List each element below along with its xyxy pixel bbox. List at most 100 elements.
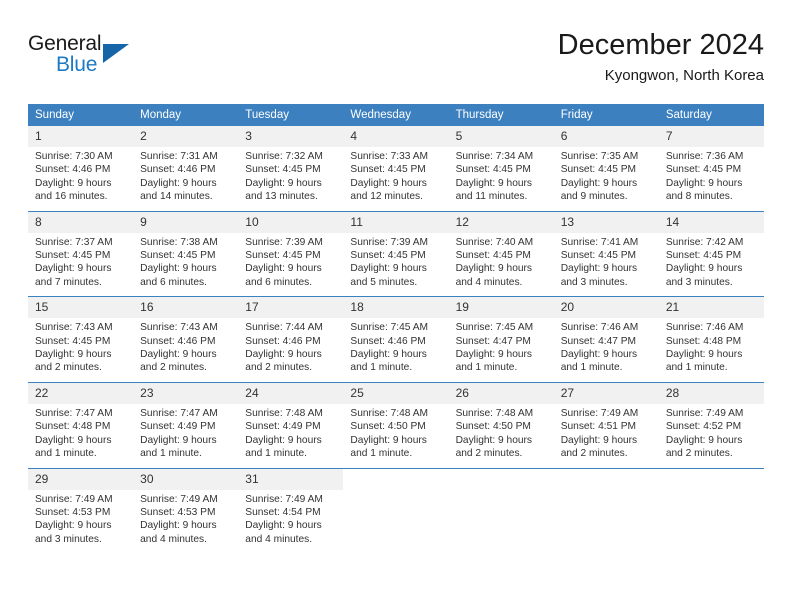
daylight-text-line2: and 1 minute. bbox=[455, 362, 518, 374]
day-details: Sunrise: 7:49 AM Sunset: 4:53 PM Daylight:… bbox=[133, 490, 238, 554]
weekday-header-tuesday: Tuesday bbox=[238, 104, 344, 126]
calendar-day-cell[interactable]: 28 Sunrise: 7:49 AM Sunset: 4:52 PM Dayligh… bbox=[658, 382, 764, 468]
sunrise-text: Sunrise: 7:33 AM bbox=[350, 151, 429, 162]
calendar-day-cell[interactable]: 12 Sunrise: 7:40 AM Sunset: 4:45 PM Dayligh… bbox=[448, 211, 554, 297]
day-number bbox=[553, 468, 659, 490]
daylight-text-line2: and 7 minutes. bbox=[35, 276, 102, 288]
daylight-text-line1: Daylight: 9 hours bbox=[140, 520, 217, 532]
weekday-header-saturday: Saturday bbox=[658, 104, 764, 126]
day-number: 16 bbox=[133, 297, 239, 319]
weekday-header-thursday: Thursday bbox=[448, 104, 554, 126]
day-details bbox=[343, 490, 448, 500]
sunset-text: Sunset: 4:45 PM bbox=[455, 164, 531, 176]
calendar-day-cell[interactable]: 14 Sunrise: 7:42 AM Sunset: 4:45 PM Dayligh… bbox=[658, 211, 764, 297]
daylight-text-line1: Daylight: 9 hours bbox=[350, 263, 427, 275]
daylight-text-line2: and 2 minutes. bbox=[35, 362, 102, 374]
calendar-day-cell[interactable]: 22 Sunrise: 7:47 AM Sunset: 4:48 PM Dayligh… bbox=[28, 382, 134, 468]
calendar-day-cell[interactable]: 6 Sunrise: 7:35 AM Sunset: 4:45 PM Daylight… bbox=[553, 126, 659, 211]
daylight-text-line2: and 1 minute. bbox=[35, 448, 97, 460]
sunrise-text: Sunrise: 7:35 AM bbox=[560, 151, 639, 162]
calendar-day-cell[interactable]: 5 Sunrise: 7:34 AM Sunset: 4:45 PM Daylight… bbox=[448, 126, 554, 211]
daylight-text-line1: Daylight: 9 hours bbox=[455, 349, 533, 361]
day-number: 12 bbox=[448, 211, 554, 233]
sunset-text: Sunset: 4:53 PM bbox=[35, 506, 111, 518]
daylight-text-line2: and 4 minutes. bbox=[245, 533, 313, 545]
brand-logo[interactable]: General Blue bbox=[28, 32, 208, 86]
day-number: 15 bbox=[28, 297, 134, 319]
day-details: Sunrise: 7:44 AM Sunset: 4:46 PM Daylight:… bbox=[238, 318, 343, 382]
calendar-day-cell[interactable]: 11 Sunrise: 7:39 AM Sunset: 4:45 PM Dayligh… bbox=[343, 211, 449, 297]
calendar-day-cell[interactable]: 3 Sunrise: 7:32 AM Sunset: 4:45 PM Daylight… bbox=[238, 126, 344, 211]
calendar-day-cell[interactable]: 13 Sunrise: 7:41 AM Sunset: 4:45 PM Dayligh… bbox=[553, 211, 659, 297]
daylight-text-line2: and 8 minutes. bbox=[665, 191, 733, 203]
calendar-day-cell[interactable]: 2 Sunrise: 7:31 AM Sunset: 4:46 PM Daylight… bbox=[133, 126, 239, 211]
daylight-text-line1: Daylight: 9 hours bbox=[665, 263, 743, 275]
sunset-text: Sunset: 4:45 PM bbox=[350, 250, 426, 262]
calendar-day-cell[interactable]: 17 Sunrise: 7:44 AM Sunset: 4:46 PM Dayligh… bbox=[238, 297, 344, 382]
calendar-day-cell[interactable]: 30 Sunrise: 7:49 AM Sunset: 4:53 PM Dayligh… bbox=[133, 468, 239, 554]
sunrise-text: Sunrise: 7:43 AM bbox=[140, 322, 218, 334]
day-details bbox=[449, 490, 554, 500]
calendar-day-cell[interactable]: 4 Sunrise: 7:33 AM Sunset: 4:45 PM Daylight… bbox=[343, 126, 449, 211]
daylight-text-line2: and 4 minutes. bbox=[455, 276, 523, 288]
sunrise-text: Sunrise: 7:34 AM bbox=[455, 151, 534, 162]
calendar-day-cell[interactable]: 10 Sunrise: 7:39 AM Sunset: 4:45 PM Dayligh… bbox=[238, 211, 344, 297]
sunrise-text: Sunrise: 7:49 AM bbox=[245, 493, 323, 505]
sunrise-text: Sunrise: 7:48 AM bbox=[245, 407, 323, 419]
calendar-page: General Blue December 2024 Kyongwon, Nor… bbox=[0, 0, 792, 612]
calendar-day-cell[interactable]: 1 Sunrise: 7:30 AM Sunset: 4:46 PM Daylight… bbox=[28, 126, 134, 211]
sunrise-text: Sunrise: 7:49 AM bbox=[35, 493, 113, 505]
calendar-day-cell[interactable]: 19 Sunrise: 7:45 AM Sunset: 4:47 PM Dayligh… bbox=[448, 297, 554, 382]
calendar-day-cell[interactable]: 15 Sunrise: 7:43 AM Sunset: 4:45 PM Dayligh… bbox=[28, 297, 134, 382]
daylight-text-line2: and 11 minutes. bbox=[455, 191, 528, 203]
daylight-text-line2: and 3 minutes. bbox=[665, 276, 733, 288]
sunset-text: Sunset: 4:45 PM bbox=[245, 164, 321, 176]
daylight-text-line1: Daylight: 9 hours bbox=[665, 177, 743, 189]
daylight-text-line2: and 12 minutes. bbox=[350, 191, 423, 203]
calendar-day-cell[interactable]: 31 Sunrise: 7:49 AM Sunset: 4:54 PM Dayligh… bbox=[238, 468, 344, 554]
calendar-day-cell[interactable]: 27 Sunrise: 7:49 AM Sunset: 4:51 PM Dayligh… bbox=[553, 382, 659, 468]
day-details: Sunrise: 7:37 AM Sunset: 4:45 PM Daylight:… bbox=[28, 233, 133, 297]
day-number: 30 bbox=[133, 468, 239, 490]
calendar-day-cell[interactable]: 25 Sunrise: 7:48 AM Sunset: 4:50 PM Dayligh… bbox=[343, 382, 449, 468]
page-subtitle: Kyongwon, North Korea bbox=[604, 67, 764, 84]
calendar-day-cell[interactable]: 23 Sunrise: 7:47 AM Sunset: 4:49 PM Dayligh… bbox=[133, 382, 239, 468]
calendar-week-row: 22 Sunrise: 7:47 AM Sunset: 4:48 PM Dayligh… bbox=[28, 382, 764, 468]
day-details: Sunrise: 7:48 AM Sunset: 4:50 PM Daylight:… bbox=[449, 404, 554, 468]
calendar-day-cell[interactable]: 29 Sunrise: 7:49 AM Sunset: 4:53 PM Dayligh… bbox=[28, 468, 134, 554]
sunset-text: Sunset: 4:51 PM bbox=[560, 421, 637, 433]
day-details: Sunrise: 7:49 AM Sunset: 4:54 PM Daylight:… bbox=[238, 490, 343, 554]
day-details: Sunrise: 7:32 AM Sunset: 4:45 PM Daylight:… bbox=[238, 147, 343, 211]
calendar-week-row: 29 Sunrise: 7:49 AM Sunset: 4:53 PM Dayligh… bbox=[28, 468, 764, 554]
day-details: Sunrise: 7:38 AM Sunset: 4:45 PM Daylight:… bbox=[133, 233, 238, 297]
daylight-text-line1: Daylight: 9 hours bbox=[140, 177, 217, 189]
daylight-text-line1: Daylight: 9 hours bbox=[455, 177, 533, 189]
daylight-text-line2: and 1 minute. bbox=[140, 448, 202, 460]
calendar-day-cell[interactable]: 16 Sunrise: 7:43 AM Sunset: 4:46 PM Dayligh… bbox=[133, 297, 239, 382]
calendar-day-cell[interactable]: 9 Sunrise: 7:38 AM Sunset: 4:45 PM Daylight… bbox=[133, 211, 239, 297]
day-number: 26 bbox=[448, 382, 554, 404]
calendar-grid: Sunday Monday Tuesday Wednesday Thursday… bbox=[28, 104, 764, 553]
calendar-day-cell[interactable]: 7 Sunrise: 7:36 AM Sunset: 4:45 PM Daylight… bbox=[658, 126, 764, 211]
calendar-day-cell[interactable]: 18 Sunrise: 7:45 AM Sunset: 4:46 PM Dayligh… bbox=[343, 297, 449, 382]
day-number: 14 bbox=[658, 211, 764, 233]
day-details: Sunrise: 7:49 AM Sunset: 4:52 PM Daylight:… bbox=[659, 404, 764, 468]
calendar-day-cell[interactable]: 24 Sunrise: 7:48 AM Sunset: 4:49 PM Dayligh… bbox=[238, 382, 344, 468]
daylight-text-line1: Daylight: 9 hours bbox=[140, 434, 217, 446]
calendar-day-cell[interactable]: 21 Sunrise: 7:46 AM Sunset: 4:48 PM Dayligh… bbox=[658, 297, 764, 382]
calendar-day-cell[interactable]: 20 Sunrise: 7:46 AM Sunset: 4:47 PM Dayligh… bbox=[553, 297, 659, 382]
daylight-text-line2: and 2 minutes. bbox=[245, 362, 313, 374]
sunset-text: Sunset: 4:45 PM bbox=[560, 250, 637, 262]
daylight-text-line2: and 1 minute. bbox=[350, 448, 413, 460]
calendar-day-cell[interactable]: 8 Sunrise: 7:37 AM Sunset: 4:45 PM Daylight… bbox=[28, 211, 134, 297]
day-number: 20 bbox=[553, 297, 659, 319]
day-details: Sunrise: 7:43 AM Sunset: 4:45 PM Daylight:… bbox=[28, 318, 133, 382]
calendar-empty-cell bbox=[448, 468, 554, 554]
day-number: 13 bbox=[553, 211, 659, 233]
sunrise-text: Sunrise: 7:45 AM bbox=[455, 322, 534, 334]
daylight-text-line2: and 13 minutes. bbox=[245, 191, 318, 203]
sunset-text: Sunset: 4:47 PM bbox=[455, 335, 531, 347]
day-number: 27 bbox=[553, 382, 659, 404]
weekday-header-wednesday: Wednesday bbox=[343, 104, 449, 126]
calendar-day-cell[interactable]: 26 Sunrise: 7:48 AM Sunset: 4:50 PM Dayligh… bbox=[448, 382, 554, 468]
